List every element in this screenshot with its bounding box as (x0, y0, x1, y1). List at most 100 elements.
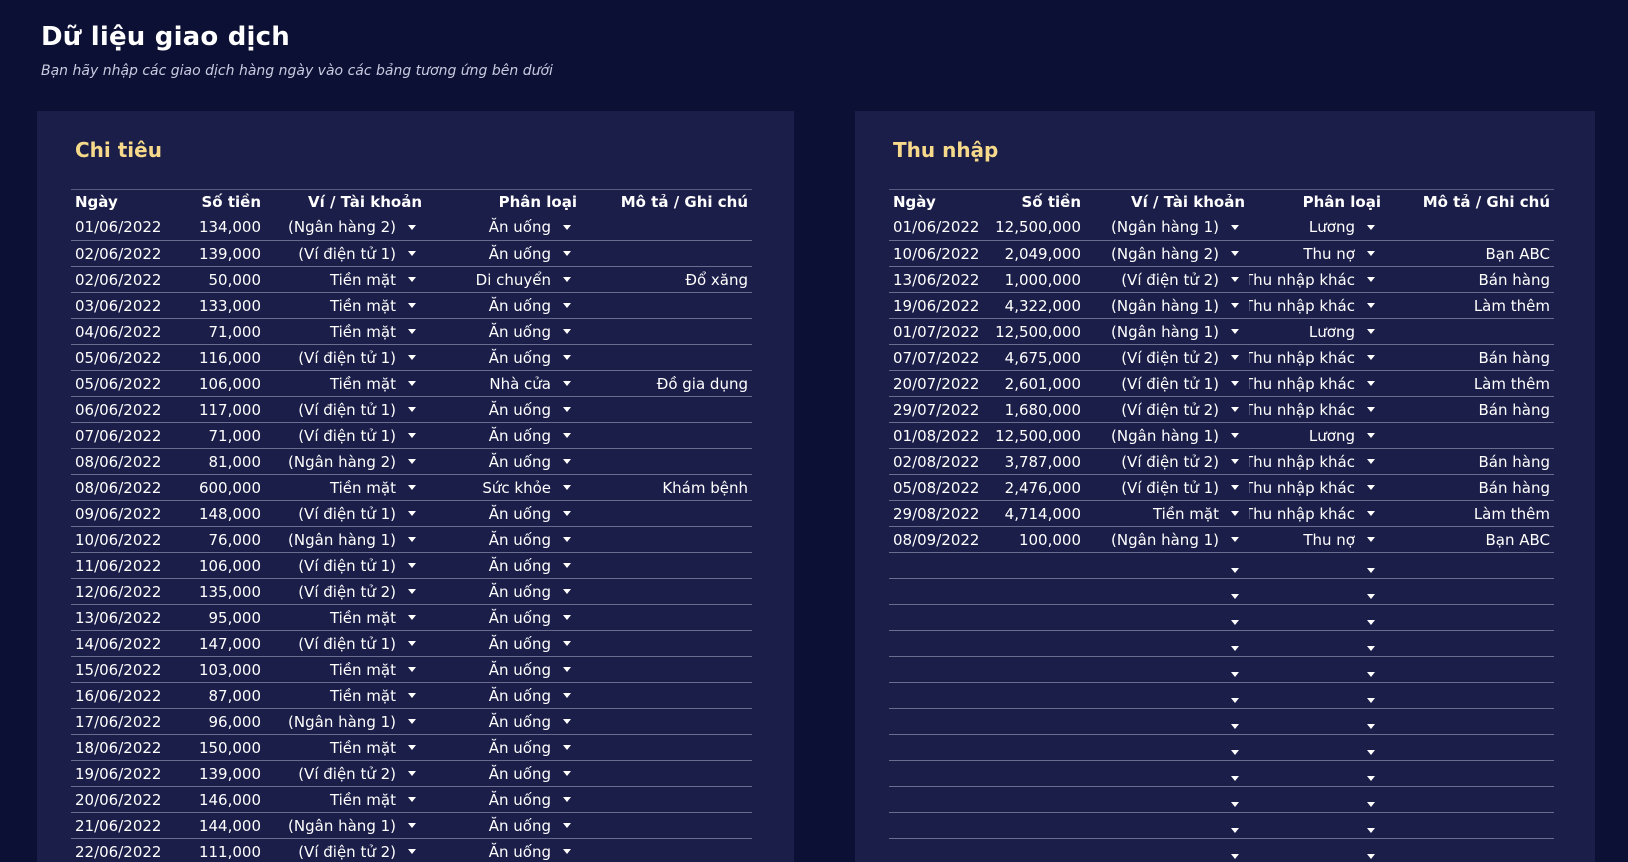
cell-note[interactable] (581, 422, 752, 449)
cell-wallet-dropdown[interactable]: Tiền mặt (269, 479, 420, 497)
chevron-down-icon[interactable] (1231, 750, 1239, 755)
cell-category[interactable]: Ăn uống (426, 838, 581, 862)
cell-category-dropdown[interactable]: Thu nhập khác (1249, 375, 1379, 393)
cell-category[interactable]: Ăn uống (426, 604, 581, 631)
cell-wallet[interactable] (1085, 682, 1249, 709)
chevron-down-icon[interactable] (563, 823, 571, 828)
chevron-down-icon[interactable] (563, 771, 571, 776)
cell-amount[interactable]: 87,000 (183, 682, 265, 709)
cell-date[interactable]: 02/06/2022 (71, 266, 183, 293)
cell-category-dropdown[interactable]: Thu nhập khác (1249, 271, 1379, 289)
cell-date[interactable]: 10/06/2022 (71, 526, 183, 553)
chevron-down-icon[interactable] (1231, 224, 1239, 230)
cell-category-dropdown[interactable]: Lương (1253, 427, 1379, 445)
cell-note[interactable] (581, 786, 752, 813)
chevron-down-icon[interactable] (408, 224, 416, 230)
chevron-down-icon[interactable] (1367, 698, 1375, 703)
cell-date[interactable] (889, 812, 987, 839)
cell-amount[interactable]: 134,000 (183, 214, 265, 241)
cell-wallet-dropdown[interactable]: (Ví điện tử 2) (269, 583, 420, 601)
cell-note[interactable] (581, 500, 752, 527)
cell-wallet-dropdown[interactable]: (Ngân hàng 2) (269, 453, 420, 471)
cell-category[interactable] (1249, 708, 1385, 735)
cell-amount[interactable]: 76,000 (183, 526, 265, 553)
cell-wallet[interactable]: (Ví điện tử 2) (265, 760, 426, 787)
cell-wallet[interactable]: (Ngân hàng 1) (1085, 318, 1249, 345)
cell-note[interactable]: Bạn ABC (1385, 526, 1554, 553)
chevron-down-icon[interactable] (408, 251, 416, 256)
cell-note[interactable] (581, 656, 752, 683)
cell-date[interactable]: 09/06/2022 (71, 500, 183, 527)
chevron-down-icon[interactable] (563, 224, 571, 230)
cell-category-dropdown[interactable]: Ăn uống (430, 661, 575, 679)
cell-note[interactable]: Bán hàng (1385, 266, 1554, 293)
cell-amount[interactable]: 106,000 (183, 552, 265, 579)
cell-note[interactable] (581, 526, 752, 553)
cell-wallet-dropdown[interactable]: (Ngân hàng 1) (1089, 218, 1243, 236)
cell-category[interactable]: Sức khỏe (426, 474, 581, 501)
cell-wallet[interactable]: (Ngân hàng 1) (1085, 422, 1249, 449)
cell-date[interactable] (889, 656, 987, 683)
chevron-down-icon[interactable] (408, 745, 416, 750)
cell-amount[interactable] (987, 734, 1085, 761)
chevron-down-icon[interactable] (1367, 776, 1375, 781)
cell-note[interactable] (1385, 812, 1554, 839)
cell-wallet-dropdown[interactable]: (Ngân hàng 2) (269, 218, 420, 236)
cell-amount[interactable]: 81,000 (183, 448, 265, 475)
chevron-down-icon[interactable] (1231, 381, 1239, 386)
cell-note[interactable]: Đồ gia dụng (581, 370, 752, 397)
cell-category[interactable]: Ăn uống (426, 708, 581, 735)
cell-note[interactable]: Bán hàng (1385, 344, 1554, 371)
chevron-down-icon[interactable] (563, 797, 571, 802)
cell-amount[interactable] (987, 838, 1085, 862)
chevron-down-icon[interactable] (563, 459, 571, 464)
chevron-down-icon[interactable] (563, 355, 571, 360)
cell-wallet[interactable]: (Ví điện tử 2) (1085, 396, 1249, 423)
cell-category-dropdown[interactable]: Thu nợ (1253, 531, 1379, 549)
cell-category-dropdown[interactable]: Ăn uống (430, 297, 575, 315)
cell-category[interactable]: Ăn uống (426, 396, 581, 423)
chevron-down-icon[interactable] (1367, 594, 1375, 599)
cell-wallet-dropdown[interactable]: Tiền mặt (269, 661, 420, 679)
cell-note[interactable] (581, 838, 752, 862)
chevron-down-icon[interactable] (1231, 620, 1239, 625)
cell-date[interactable]: 19/06/2022 (889, 292, 987, 319)
chevron-down-icon[interactable] (563, 589, 571, 594)
cell-category[interactable]: Di chuyển (426, 266, 581, 293)
cell-date[interactable]: 19/06/2022 (71, 760, 183, 787)
cell-category-dropdown[interactable]: Ăn uống (430, 557, 575, 575)
cell-date[interactable]: 29/07/2022 (889, 396, 987, 423)
cell-category-dropdown[interactable]: Nhà cửa (430, 375, 575, 393)
chevron-down-icon[interactable] (563, 329, 571, 334)
chevron-down-icon[interactable] (563, 251, 571, 256)
chevron-down-icon[interactable] (408, 823, 416, 828)
chevron-down-icon[interactable] (1231, 303, 1239, 308)
cell-category-dropdown[interactable]: Thu nhập khác (1249, 453, 1379, 471)
chevron-down-icon[interactable] (1231, 537, 1239, 542)
cell-wallet[interactable]: (Ví điện tử 2) (1085, 266, 1249, 293)
cell-note[interactable] (1385, 682, 1554, 709)
cell-category[interactable]: Thu nhập khác (1249, 396, 1385, 423)
chevron-down-icon[interactable] (563, 719, 571, 724)
cell-wallet[interactable]: Tiền mặt (265, 474, 426, 501)
cell-category-dropdown[interactable] (1253, 698, 1379, 703)
cell-amount[interactable]: 95,000 (183, 604, 265, 631)
cell-category[interactable]: Ăn uống (426, 214, 581, 241)
cell-date[interactable]: 21/06/2022 (71, 812, 183, 839)
cell-wallet[interactable] (1085, 734, 1249, 761)
cell-category-dropdown[interactable]: Ăn uống (430, 635, 575, 653)
cell-wallet-dropdown[interactable]: (Ví điện tử 1) (269, 635, 420, 653)
chevron-down-icon[interactable] (408, 355, 416, 360)
cell-category[interactable]: Thu nợ (1249, 526, 1385, 553)
cell-date[interactable] (889, 708, 987, 735)
cell-amount[interactable]: 600,000 (183, 474, 265, 501)
cell-category-dropdown[interactable]: Ăn uống (430, 713, 575, 731)
cell-wallet[interactable] (1085, 604, 1249, 631)
cell-amount[interactable]: 116,000 (183, 344, 265, 371)
cell-wallet[interactable]: Tiền mặt (265, 318, 426, 345)
cell-date[interactable] (889, 786, 987, 813)
cell-category[interactable]: Thu nhập khác (1249, 344, 1385, 371)
cell-wallet[interactable] (1085, 786, 1249, 813)
cell-note[interactable]: Bạn ABC (1385, 240, 1554, 267)
cell-note[interactable] (581, 448, 752, 475)
